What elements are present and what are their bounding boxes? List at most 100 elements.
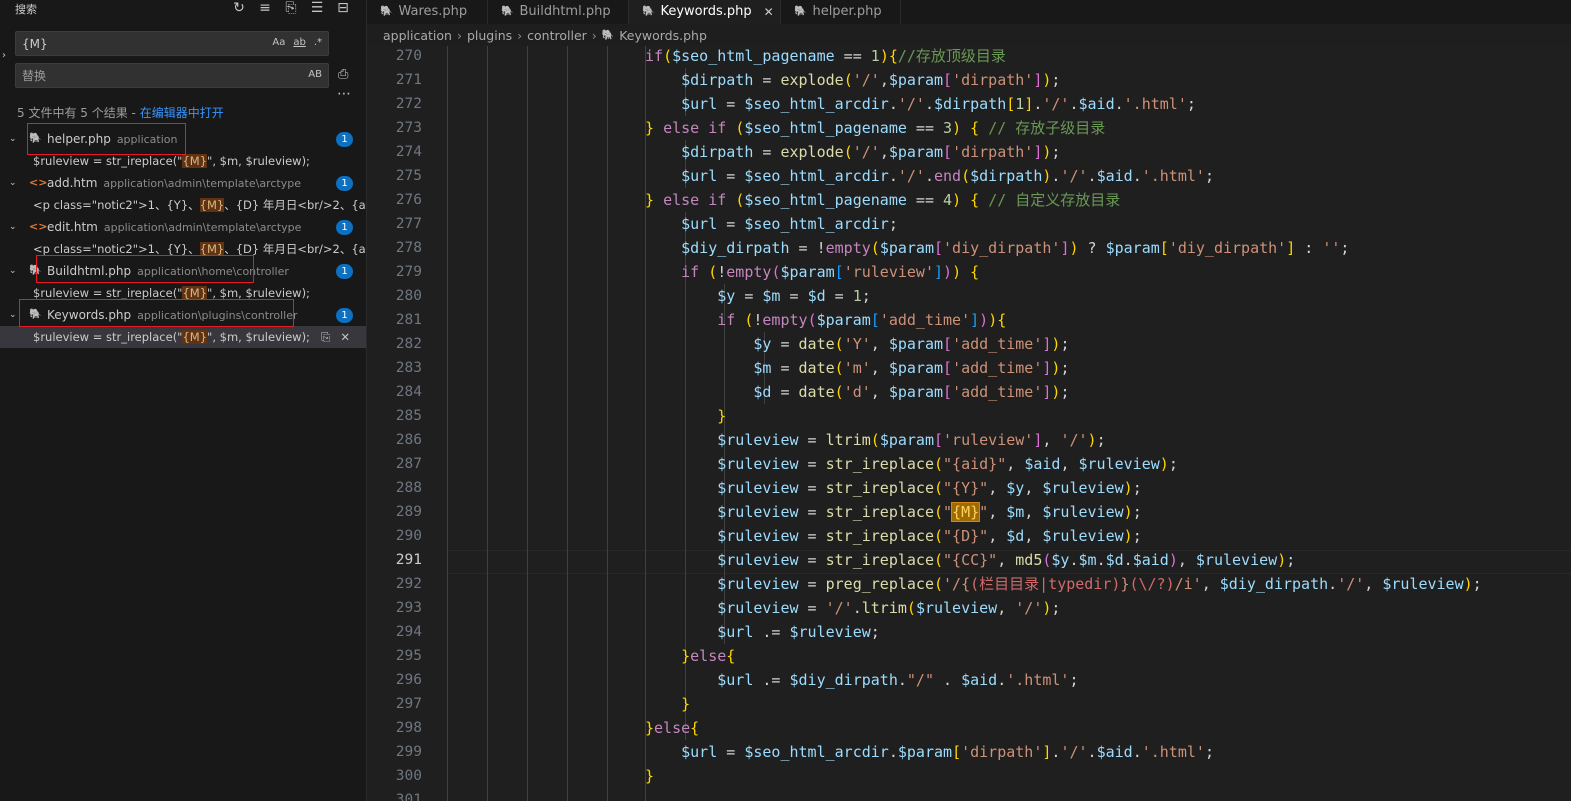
code-line: $dirpath = explode('/',$param['dirpath']… xyxy=(681,71,1061,89)
result-file-label: edit.htm application\admin\template\arcty… xyxy=(47,216,301,239)
chevron-down-icon[interactable]: ⌄ xyxy=(9,172,17,194)
search-field[interactable]: Aa ab .* xyxy=(15,31,329,56)
annotation-red-box xyxy=(36,255,254,283)
match-hit: {M} xyxy=(199,198,225,212)
breadcrumb-item[interactable]: plugins xyxy=(467,26,512,46)
editor-tab[interactable]: 🐘 Wares.php xyxy=(367,0,488,24)
replace-all-icon[interactable]: ⎙ xyxy=(338,67,348,82)
match-text-before: <p class="notic2">1、{Y}、 xyxy=(33,198,200,212)
tab-label: Buildhtml.php xyxy=(519,4,611,19)
indent-guide xyxy=(487,46,488,801)
editor-tabs: 🐘 Wares.php 🐘 Buildhtml.php 🐘 Keywords.php ✕ 🐘 h… xyxy=(367,0,1571,24)
view-as-tree-icon[interactable]: ☰ xyxy=(308,0,326,16)
replace-icon[interactable]: ⎘ xyxy=(321,326,330,348)
dismiss-icon[interactable]: ✕ xyxy=(340,326,350,348)
code-line: } xyxy=(681,695,691,713)
chevron-down-icon[interactable]: ⌄ xyxy=(9,304,17,326)
match-case-icon[interactable]: Aa xyxy=(270,36,287,49)
chevron-right-icon: › xyxy=(456,28,462,43)
editor-tab[interactable]: 🐘 Keywords.php ✕ xyxy=(629,0,781,24)
line-number: 279 xyxy=(395,264,422,280)
line-number: 284 xyxy=(395,384,422,400)
result-file[interactable]: ⌄ <> edit.htm application\admin\template\ar… xyxy=(0,216,366,238)
line-number: 282 xyxy=(395,336,422,352)
replace-input[interactable] xyxy=(22,67,272,85)
result-match-line[interactable]: <p class="notic2">1、{Y}、{M}、{D} 年月日<br/>… xyxy=(0,194,366,216)
code-line: $m = date('m', $param['add_time']); xyxy=(753,359,1070,377)
line-number: 276 xyxy=(395,192,422,208)
chevron-down-icon[interactable]: ⌄ xyxy=(9,216,17,238)
result-match-line[interactable]: $ruleview = str_ireplace("{M}", $m, $rul… xyxy=(0,326,366,348)
code-line: $dirpath = explode('/',$param['dirpath']… xyxy=(681,143,1061,161)
result-file-label: add.htm application\admin\template\arctyp… xyxy=(47,172,301,195)
line-number: 295 xyxy=(395,648,422,664)
line-number: 281 xyxy=(395,312,422,328)
line-number: 270 xyxy=(395,48,422,64)
line-number: 278 xyxy=(395,240,422,256)
match-hit: {M} xyxy=(182,154,208,168)
code-line: if (!empty($param['add_time'])){ xyxy=(717,311,1007,329)
line-number: 272 xyxy=(395,96,422,112)
preserve-case-icon[interactable]: AB xyxy=(306,68,324,81)
indent-guide xyxy=(527,46,528,801)
match-hit: {M} xyxy=(199,242,225,256)
result-file[interactable]: ⌄ <> add.htm application\admin\template\arc… xyxy=(0,172,366,194)
search-toolbar: ↻ ≡ ⎘ ☰ ⊟ xyxy=(230,0,352,16)
result-count-badge: 1 xyxy=(336,220,353,235)
search-input[interactable] xyxy=(22,35,272,53)
line-number: 274 xyxy=(395,144,422,160)
more-options-icon[interactable]: ⋯ xyxy=(337,86,351,102)
code-line: $url = $seo_html_arcdir.'/'.$dirpath[1].… xyxy=(681,95,1196,113)
line-number: 300 xyxy=(395,768,422,784)
result-count-badge: 1 xyxy=(336,308,353,323)
result-file-path: application\admin\template\arctype xyxy=(103,221,302,234)
indent-guide xyxy=(607,46,608,801)
breadcrumb: application › plugins › controller › 🐘 Keywords… xyxy=(383,26,707,46)
chevron-down-icon[interactable]: ⌄ xyxy=(9,128,17,150)
match-text-before: <p class="notic2">1、{Y}、 xyxy=(33,242,200,256)
code-editor[interactable]: 270 271 272 273 274 275 276 277 278 279 280 281 282 2… xyxy=(367,46,1571,801)
refresh-icon[interactable]: ↻ xyxy=(230,0,248,16)
code-line: } xyxy=(717,407,727,425)
whole-word-icon[interactable]: ab xyxy=(291,36,307,49)
breadcrumb-item[interactable]: Keywords.php xyxy=(619,26,707,46)
code-line: if($seo_html_pagename == 1){//存放顶级目录 xyxy=(645,47,1006,65)
search-sidebar: 搜索 ↻ ≡ ⎘ ☰ ⊟ › Aa ab .* AB ⎙ ⋯ 5 文件中有 5 … xyxy=(0,0,367,801)
code-line: $ruleview = str_ireplace("{CC}", md5($y.… xyxy=(717,551,1296,569)
collapse-all-icon[interactable]: ⊟ xyxy=(334,0,352,16)
chevron-down-icon[interactable]: ⌄ xyxy=(9,260,17,282)
line-number: 296 xyxy=(395,672,422,688)
result-file-name: add.htm xyxy=(47,176,98,190)
code-line: $ruleview = str_ireplace("{Y}", $y, $rul… xyxy=(717,479,1142,497)
annotation-red-box xyxy=(19,299,294,327)
annotation-red-box xyxy=(27,123,186,155)
replace-field[interactable]: AB xyxy=(15,63,329,88)
tab-label: helper.php xyxy=(812,4,882,19)
match-text-after: 、{D} 年月日<br/>2、{ai... xyxy=(224,242,366,256)
clear-results-icon[interactable]: ≡ xyxy=(256,0,274,16)
search-header: 搜索 ↻ ≡ ⎘ ☰ ⊟ xyxy=(0,0,366,18)
new-search-editor-icon[interactable]: ⎘ xyxy=(282,0,300,16)
close-icon[interactable]: ✕ xyxy=(764,0,774,24)
chevron-right-icon: › xyxy=(517,28,523,43)
code-line: $diy_dirpath = !empty($param['diy_dirpat… xyxy=(681,239,1350,257)
line-number: 271 xyxy=(395,72,422,88)
line-number: 275 xyxy=(395,168,422,184)
editor-tab[interactable]: 🐘 Buildhtml.php xyxy=(488,0,629,24)
code-line: $ruleview = str_ireplace("{aid}", $aid, … xyxy=(717,455,1178,473)
breadcrumb-item[interactable]: controller xyxy=(527,26,587,46)
code-line: } else if ($seo_html_pagename == 4) { //… xyxy=(645,191,1121,209)
regex-icon[interactable]: .* xyxy=(312,36,324,49)
result-count-badge: 1 xyxy=(336,264,353,279)
editor-tab[interactable]: 🐘 helper.php xyxy=(781,0,901,24)
line-number: 297 xyxy=(395,696,422,712)
result-count-badge: 1 xyxy=(336,132,353,147)
open-in-editor-link[interactable]: 在编辑器中打开 xyxy=(140,106,224,120)
toggle-replace-icon[interactable]: › xyxy=(2,50,6,61)
indent-guide xyxy=(447,46,448,801)
match-text-after: ", $m, $ruleview); xyxy=(207,330,310,344)
breadcrumb-item[interactable]: application xyxy=(383,26,452,46)
match-hit: {M} xyxy=(182,330,208,344)
summary-text: 5 文件中有 5 个结果 - xyxy=(17,106,140,120)
line-number: 293 xyxy=(395,600,422,616)
